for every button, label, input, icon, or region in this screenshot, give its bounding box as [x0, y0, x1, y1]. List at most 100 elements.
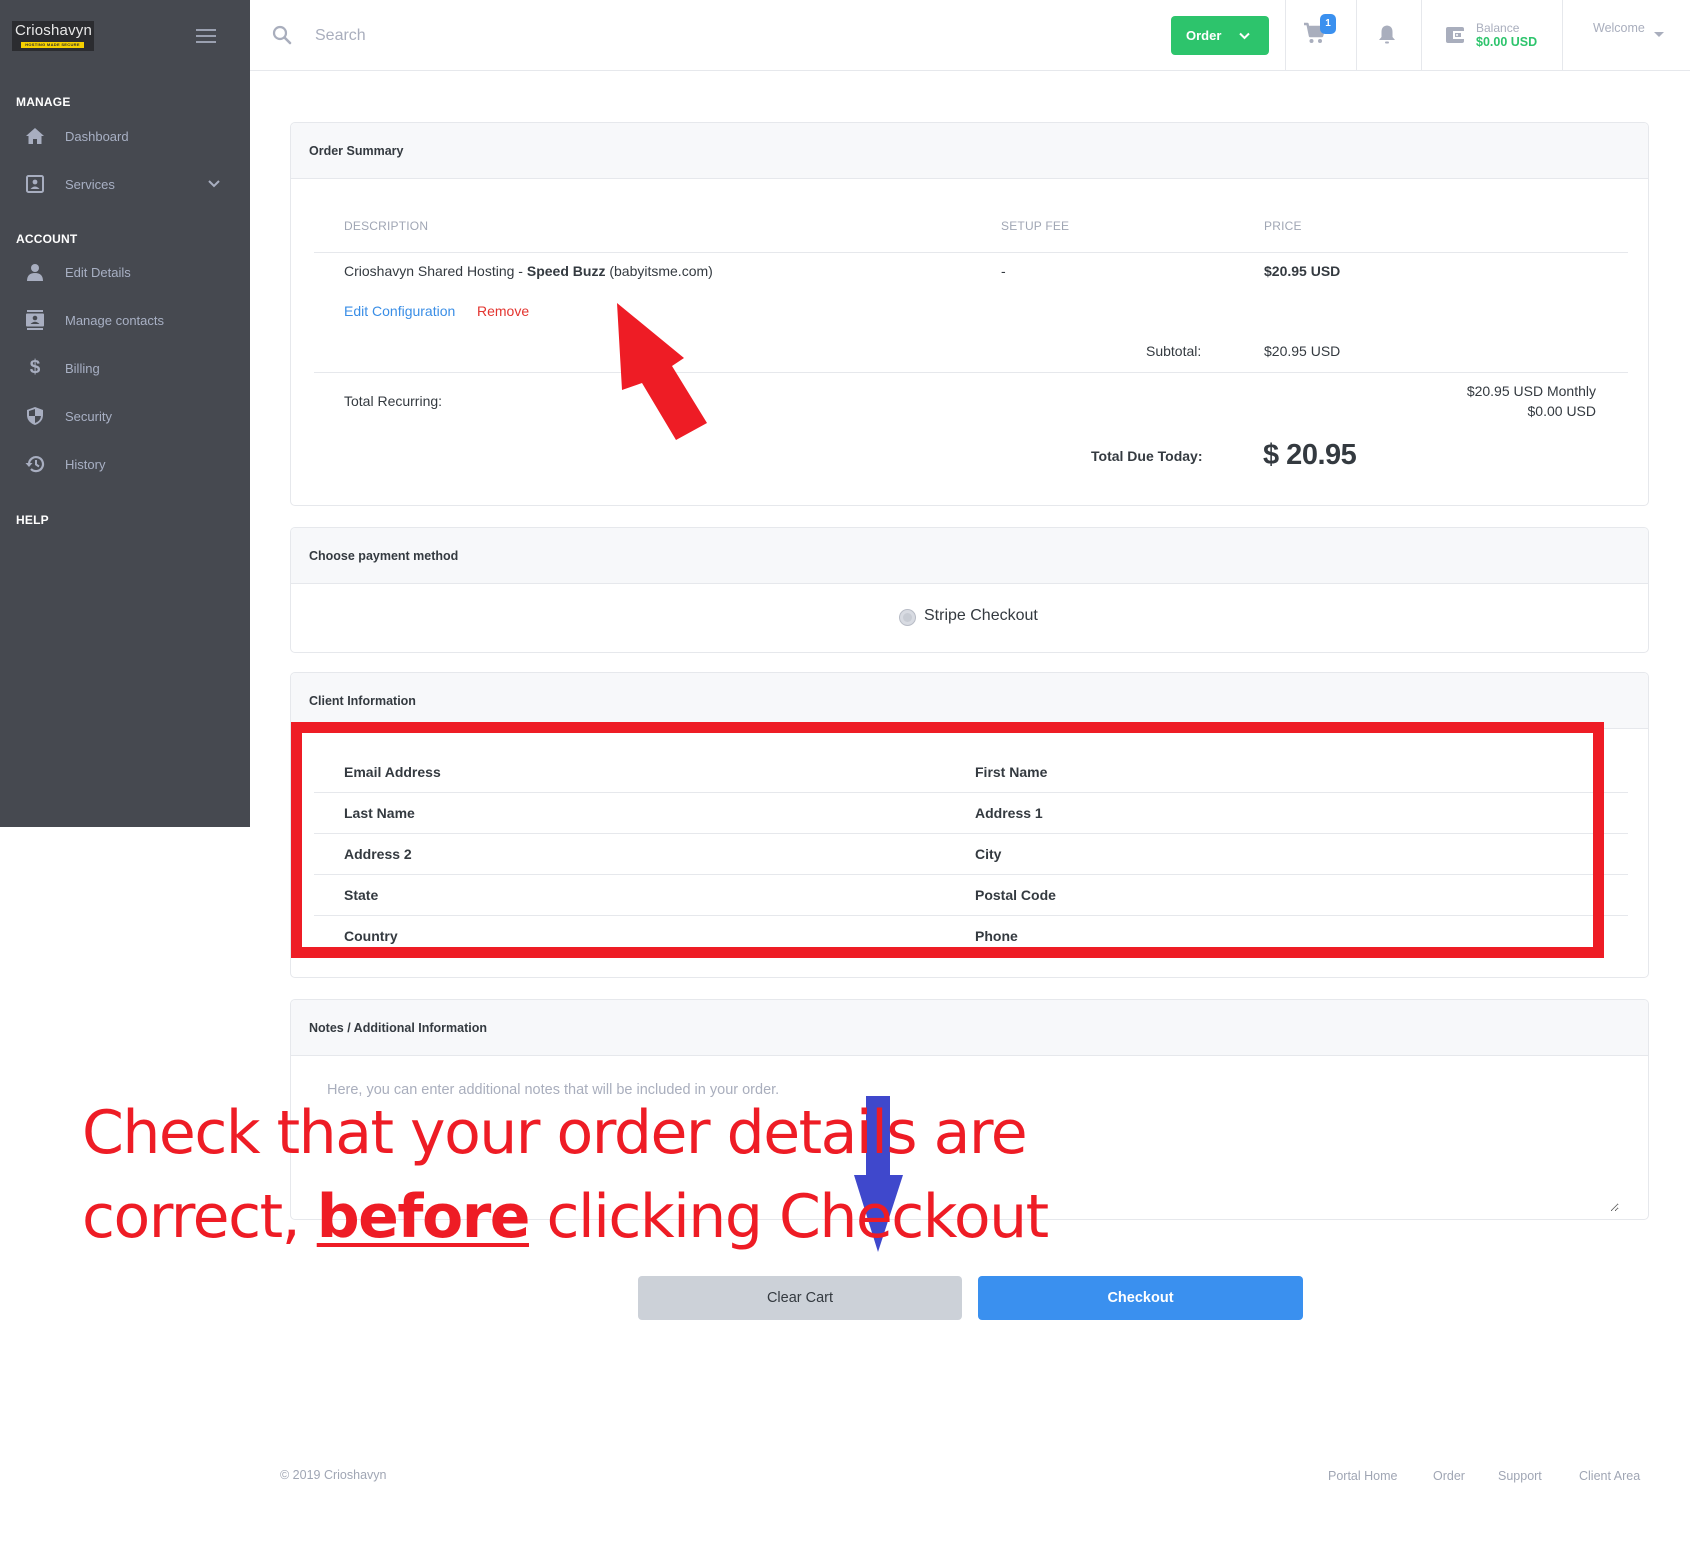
client-field-label: Email Address: [344, 764, 441, 780]
brand-tagline: HOSTING MADE SECURE: [21, 42, 84, 48]
checkout-button[interactable]: Checkout: [978, 1276, 1303, 1320]
footer-link-portal-home[interactable]: Portal Home: [1328, 1469, 1397, 1483]
row-divider: [314, 915, 1628, 916]
client-field-label: City: [975, 846, 1002, 862]
recurring-line-1: $20.95 USD Monthly: [1466, 383, 1596, 399]
sidebar-item-label: Billing: [65, 360, 100, 376]
sidebar: Crioshavyn HOSTING MADE SECURE MANAGE Da…: [0, 0, 250, 827]
section-account: ACCOUNT: [16, 232, 78, 246]
brand-name: Crioshavyn: [15, 22, 93, 39]
sidebar-item-label: Security: [65, 408, 112, 424]
client-info-card: Client Information Email Address First N…: [290, 672, 1649, 978]
caret-down-icon[interactable]: [1654, 32, 1664, 37]
payment-method-title: Choose payment method: [291, 528, 1648, 584]
sidebar-item-label: Edit Details: [65, 264, 131, 280]
menu-toggle-icon[interactable]: [196, 29, 216, 43]
home-icon: [24, 125, 46, 147]
client-field-label: Phone: [975, 928, 1018, 944]
row-divider: [314, 874, 1628, 875]
stripe-checkout-radio[interactable]: [899, 609, 916, 626]
top-header: Order 1 Balance $0.00 USD Welcome: [250, 0, 1690, 71]
welcome-menu[interactable]: Welcome: [1593, 21, 1645, 35]
stripe-checkout-label[interactable]: Stripe Checkout: [924, 607, 1038, 625]
product-domain: (babyitsme.com): [605, 263, 713, 279]
edit-configuration-link[interactable]: Edit Configuration: [344, 303, 455, 319]
sidebar-item-history[interactable]: History: [0, 444, 250, 484]
sidebar-item-billing[interactable]: $ Billing: [0, 348, 250, 388]
client-field-label: Address 2: [344, 846, 412, 862]
remove-link[interactable]: Remove: [477, 303, 529, 319]
subtotal-label: Subtotal:: [1146, 343, 1202, 359]
wallet-icon: [1445, 26, 1465, 49]
total-due-label: Total Due Today:: [1091, 448, 1203, 464]
footer-copyright: © 2019 Crioshavyn: [280, 1468, 387, 1482]
id-card-icon: [24, 173, 46, 195]
history-icon: [24, 453, 46, 475]
total-recurring-label: Total Recurring:: [344, 393, 443, 409]
balance-label: Balance: [1476, 21, 1520, 35]
balance-value: $0.00 USD: [1476, 35, 1538, 49]
total-due-value: $ 20.95: [1263, 439, 1357, 471]
client-field-label: State: [344, 887, 379, 903]
sidebar-item-label: Manage contacts: [65, 312, 165, 328]
column-header-setup-fee: SETUP FEE: [1001, 219, 1070, 233]
client-field-label: Postal Code: [975, 887, 1056, 903]
annotation-text-line-1: Check that your order details are: [82, 1098, 1028, 1168]
shield-icon: [24, 405, 46, 427]
sidebar-item-edit-details[interactable]: Edit Details: [0, 252, 250, 292]
client-field-label: Address 1: [975, 805, 1043, 821]
product-plan: Speed Buzz: [526, 263, 606, 279]
cart-count-badge: 1: [1320, 14, 1336, 34]
recurring-line-2: $0.00 USD: [1527, 403, 1596, 419]
header-divider: [1356, 0, 1357, 71]
sidebar-item-label: Services: [65, 176, 115, 192]
sidebar-item-manage-contacts[interactable]: Manage contacts: [0, 300, 250, 340]
user-icon: [24, 261, 46, 283]
sidebar-item-label: Dashboard: [65, 128, 129, 144]
footer-link-client-area[interactable]: Client Area: [1579, 1469, 1640, 1483]
column-header-price: PRICE: [1264, 219, 1302, 233]
clear-cart-button[interactable]: Clear Cart: [638, 1276, 962, 1320]
order-summary-card: Order Summary DESCRIPTION SETUP FEE PRIC…: [290, 122, 1649, 506]
order-button-label: Order: [1186, 28, 1222, 43]
search-input[interactable]: [315, 22, 715, 50]
sidebar-item-services[interactable]: Services: [0, 164, 250, 204]
section-manage: MANAGE: [16, 95, 71, 109]
order-dropdown-button[interactable]: Order: [1171, 16, 1269, 55]
line-item-setup-fee: -: [1001, 263, 1006, 279]
header-divider: [1285, 0, 1286, 71]
brand-logo[interactable]: Crioshavyn HOSTING MADE SECURE: [12, 21, 94, 51]
footer-link-support[interactable]: Support: [1498, 1469, 1542, 1483]
annotation-text-post: clicking Checkout: [528, 1182, 1050, 1252]
footer-link-order[interactable]: Order: [1433, 1469, 1465, 1483]
client-field-label: First Name: [975, 764, 1048, 780]
annotation-text-line-2: correct, before clicking Checkout: [82, 1187, 1049, 1247]
notes-title: Notes / Additional Information: [291, 1000, 1648, 1056]
line-item-description: Crioshavyn Shared Hosting - Speed Buzz (…: [344, 263, 713, 279]
sidebar-item-label: History: [65, 456, 106, 472]
table-divider: [314, 252, 1628, 253]
sidebar-item-security[interactable]: Security: [0, 396, 250, 436]
section-help[interactable]: HELP: [16, 513, 49, 527]
column-header-description: DESCRIPTION: [344, 219, 429, 233]
header-divider: [1562, 0, 1563, 71]
row-divider: [314, 833, 1628, 834]
chevron-down-icon[interactable]: [208, 175, 220, 193]
annotation-text-pre: correct,: [82, 1182, 317, 1252]
contacts-icon: [24, 309, 46, 331]
product-name: Crioshavyn Shared Hosting -: [344, 263, 527, 279]
client-field-label: Country: [344, 928, 398, 944]
search-icon: [272, 25, 292, 50]
annotation-text-emphasis: before: [316, 1182, 531, 1252]
bell-icon[interactable]: [1378, 24, 1396, 50]
line-item-price: $20.95 USD: [1264, 263, 1341, 279]
client-field-label: Last Name: [344, 805, 415, 821]
dollar-icon: $: [29, 357, 41, 378]
subtotal-value: $20.95 USD: [1264, 343, 1341, 359]
chevron-down-icon: [1239, 28, 1250, 43]
sidebar-item-dashboard[interactable]: Dashboard: [0, 116, 250, 156]
payment-method-card: Choose payment method Stripe Checkout: [290, 527, 1649, 653]
header-divider: [1421, 0, 1422, 71]
subtotal-divider: [314, 372, 1628, 373]
client-info-title: Client Information: [291, 673, 1648, 729]
